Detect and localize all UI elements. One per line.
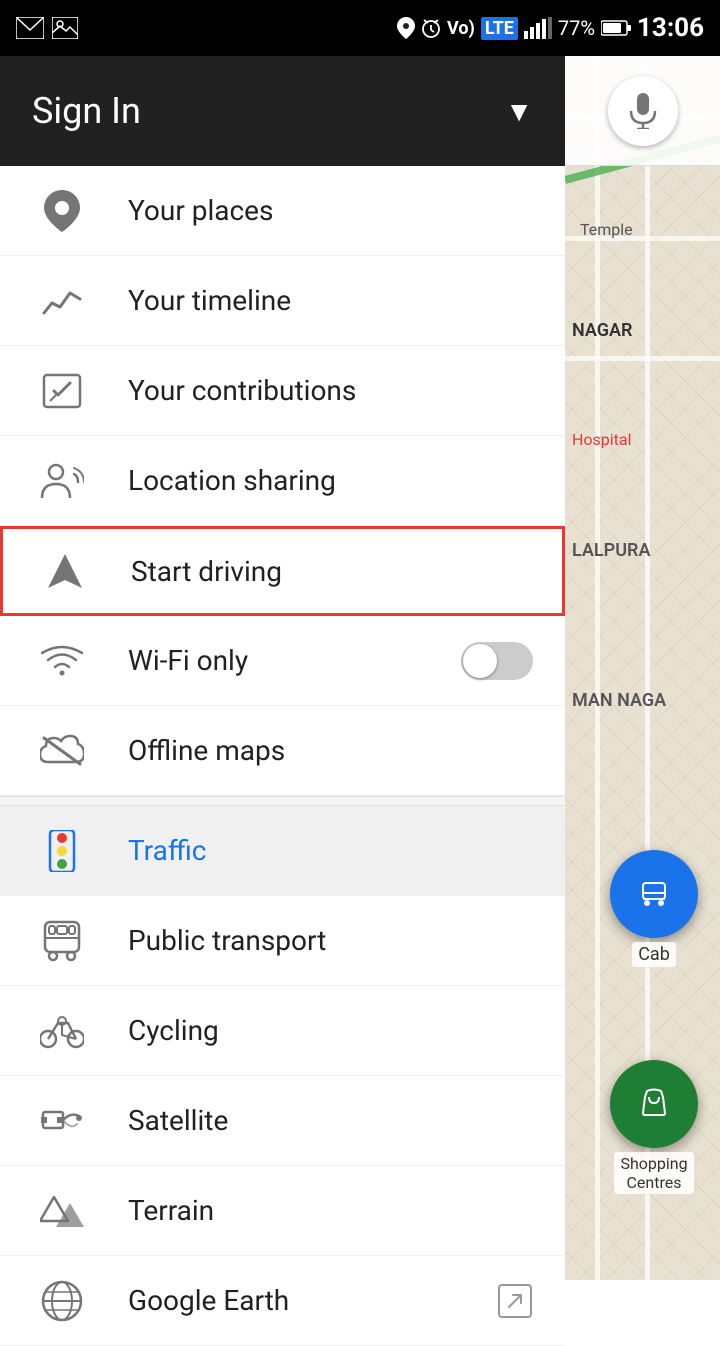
dropdown-arrow-icon[interactable]: ▼ [505,95,533,128]
vo-lte-label: Vo) [447,18,475,39]
external-link-icon [497,1283,533,1319]
fab-shopping-container[interactable]: ShoppingCentres [610,1060,698,1194]
transit-icon [633,873,675,915]
location-pin-icon [32,181,92,241]
menu-item-terrain[interactable]: Terrain [0,1166,565,1256]
menu-item-offline-maps[interactable]: Offline maps [0,706,565,796]
menu-item-wifi-only[interactable]: Wi-Fi only [0,616,565,706]
fab-transit-button[interactable] [610,850,698,938]
alarm-icon [421,17,441,39]
menu-item-start-driving[interactable]: Start driving [0,526,565,616]
battery-label: 77% [558,16,595,40]
fab-transit-container[interactable]: Cab [610,850,698,967]
map-label-hospital: Hospital [572,430,632,449]
gmail-icon [16,17,44,39]
train-icon [32,911,92,971]
status-bar: Vo) LTE 77% 13:06 [0,0,720,56]
map-label-nagar: NAGAR [572,320,632,341]
navigation-drawer: Sign In ▼ Your places Your timeline [0,56,565,1280]
timeline-icon [32,271,92,331]
lte-label: LTE [481,17,518,40]
divider-traffic [0,796,565,806]
wifi-only-label: Wi-Fi only [128,644,461,677]
image-icon [52,17,78,39]
drawer-header[interactable]: Sign In ▼ [0,56,565,166]
your-places-label: Your places [128,194,533,227]
wifi-icon [32,631,92,691]
status-time: 13:06 [637,13,704,43]
terrain-label: Terrain [128,1194,533,1227]
navigation-arrow-icon [35,541,95,601]
menu-item-satellite[interactable]: Satellite [0,1076,565,1166]
your-contributions-label: Your contributions [128,374,533,407]
menu-item-your-places[interactable]: Your places [0,166,565,256]
satellite-label: Satellite [128,1104,533,1137]
location-icon [397,17,415,39]
cloud-off-icon [32,721,92,781]
google-earth-label: Google Earth [128,1284,497,1317]
cycling-icon [32,1001,92,1061]
traffic-label: Traffic [128,834,533,867]
terrain-icon [32,1181,92,1241]
map-label-temple: Temple [580,220,710,239]
wifi-toggle[interactable] [461,642,533,680]
signal-icon [524,17,552,39]
menu-item-your-contributions[interactable]: Your contributions [0,346,565,436]
sign-in-title[interactable]: Sign In [32,90,141,132]
google-earth-arrow [497,1283,533,1319]
traffic-icon [32,821,92,881]
status-bar-right-icons: Vo) LTE 77% 13:06 [397,13,704,43]
battery-icon [601,20,631,36]
toggle-knob [463,644,497,678]
contributions-icon [32,361,92,421]
satellite-icon [32,1091,92,1151]
cycling-label: Cycling [128,1014,533,1047]
status-bar-left-icons [16,17,78,39]
offline-maps-label: Offline maps [128,734,533,767]
menu-item-your-timeline[interactable]: Your timeline [0,256,565,346]
your-timeline-label: Your timeline [128,284,533,317]
menu-item-location-sharing[interactable]: Location sharing [0,436,565,526]
public-transport-label: Public transport [128,924,533,957]
person-share-icon [32,451,92,511]
start-driving-label: Start driving [131,555,530,588]
mic-button[interactable] [565,56,720,166]
menu-item-cycling[interactable]: Cycling [0,986,565,1076]
fab-shopping-label: ShoppingCentres [614,1152,693,1194]
microphone-svg [627,93,659,129]
fab-shopping-button[interactable] [610,1060,698,1148]
menu-item-traffic[interactable]: Traffic [0,806,565,896]
menu-item-public-transport[interactable]: Public transport [0,896,565,986]
location-sharing-label: Location sharing [128,464,533,497]
menu-item-google-earth[interactable]: Google Earth [0,1256,565,1346]
mic-icon[interactable] [608,76,678,146]
fab-transit-label: Cab [632,942,676,967]
map-label-man-naga: MAN NAGA [572,690,666,711]
shopping-icon [633,1083,675,1125]
map-label-lalpura: LALPURA [572,540,650,561]
